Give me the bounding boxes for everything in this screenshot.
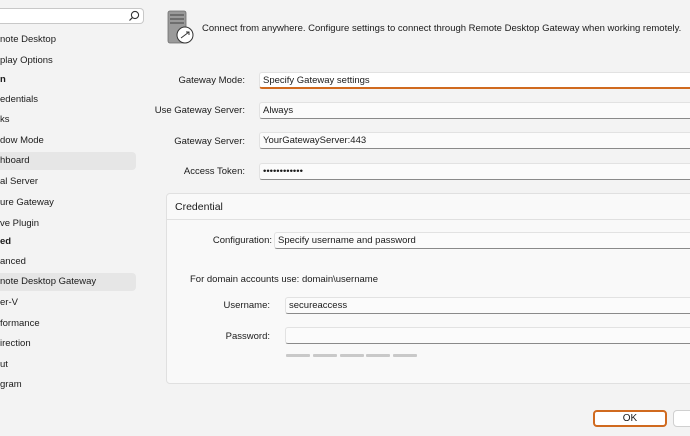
ok-button[interactable]: OK xyxy=(593,410,667,427)
sidebar-item-hyper-v[interactable]: er-V xyxy=(0,294,136,312)
configuration-select[interactable]: Specify username and password xyxy=(274,232,690,249)
gateway-server-label: Gateway Server: xyxy=(174,136,245,147)
dialog-footer: OK xyxy=(0,400,690,436)
sidebar-item-redirection[interactable]: irection xyxy=(0,335,136,353)
username-input[interactable]: secureaccess xyxy=(285,297,690,314)
password-input[interactable] xyxy=(285,327,690,344)
sidebar: note Desktop play Options n edentials ks… xyxy=(0,0,146,436)
configuration-label: Configuration: xyxy=(212,235,272,246)
sidebar-item-window-mode[interactable]: dow Mode xyxy=(0,132,136,150)
access-token-label: Access Token: xyxy=(183,166,245,177)
cancel-button[interactable] xyxy=(673,410,690,427)
credential-panel: Credential Configuration: Specify userna… xyxy=(166,193,690,384)
sidebar-item-dashboard[interactable]: hboard xyxy=(0,152,136,170)
gateway-mode-select[interactable]: Specify Gateway settings xyxy=(259,72,690,89)
password-strength-segment xyxy=(366,354,390,357)
sidebar-item-native-plugin[interactable]: ve Plugin xyxy=(0,215,136,233)
password-strength-segment xyxy=(340,354,364,357)
sidebar-item-performance[interactable]: formance xyxy=(0,315,136,333)
password-strength-segment xyxy=(313,354,337,357)
password-strength-segment xyxy=(393,354,417,357)
access-token-input[interactable]: •••••••••••• xyxy=(259,163,690,180)
search-icon[interactable] xyxy=(128,10,140,22)
sidebar-item-display-options[interactable]: play Options xyxy=(0,52,136,70)
use-gateway-server-select[interactable]: Always xyxy=(259,102,690,119)
sidebar-group-login: n xyxy=(0,74,6,85)
sidebar-item-advanced[interactable]: anced xyxy=(0,253,136,271)
sidebar-group-advanced: ed xyxy=(0,236,12,247)
sidebar-item-input[interactable]: ut xyxy=(0,356,136,374)
use-gateway-server-label: Use Gateway Server: xyxy=(154,105,245,116)
gateway-mode-label: Gateway Mode: xyxy=(178,75,245,86)
username-label: Username: xyxy=(223,300,270,311)
sidebar-item-secure-gateway[interactable]: ure Gateway xyxy=(0,194,136,212)
search-input[interactable] xyxy=(0,8,144,24)
domain-accounts-hint: For domain accounts use: domain\username xyxy=(190,274,378,285)
sidebar-item-remote-desktop[interactable]: note Desktop xyxy=(0,31,136,49)
password-label: Password: xyxy=(225,331,270,342)
credential-header: Credential xyxy=(167,194,690,220)
intro-description: Connect from anywhere. Configure setting… xyxy=(202,23,682,34)
sidebar-item-program[interactable]: gram xyxy=(0,376,136,394)
sidebar-item-credentials[interactable]: edentials xyxy=(0,91,136,109)
password-strength-segment xyxy=(286,354,310,357)
sidebar-item-local-server[interactable]: al Server xyxy=(0,173,136,191)
sidebar-item-links[interactable]: ks xyxy=(0,111,136,129)
gateway-server-input[interactable]: YourGatewayServer:443 xyxy=(259,132,690,149)
server-gateway-icon xyxy=(167,10,194,44)
main-panel: Connect from anywhere. Configure setting… xyxy=(146,0,690,400)
credential-title: Credential xyxy=(175,201,223,213)
sidebar-item-remote-desktop-gateway[interactable]: note Desktop Gateway xyxy=(0,273,136,291)
